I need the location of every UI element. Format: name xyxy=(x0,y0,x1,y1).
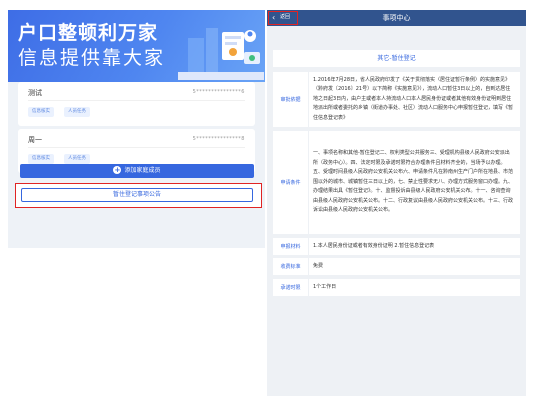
add-family-member-button[interactable]: + 添加家庭成员 xyxy=(20,164,254,178)
detail-value: 免费 xyxy=(313,262,324,269)
banner-line-2: 信息提供靠大家 xyxy=(18,47,166,69)
divider xyxy=(28,100,245,101)
detail-key: 承诺时限 xyxy=(273,279,309,296)
back-button[interactable]: ‹ 返回 xyxy=(268,11,298,25)
service-center-screen: 事项中心 ‹ 返回 其它-暂住登记 审批依据 1.2016年7月28日，省人民政… xyxy=(267,10,526,396)
detail-row-materials: 申报材料 1.本人居民身份证或者有效身份证明 2.暂住信息登记表 xyxy=(273,238,520,255)
plus-icon: + xyxy=(113,165,122,174)
member-id-number: 5***************8 xyxy=(192,136,245,142)
nav-title: 事项中心 xyxy=(382,14,411,22)
detail-value: 1.本人居民身份证或者有效身份证明 2.暂住信息登记表 xyxy=(313,242,435,249)
member-info-tag[interactable]: 信息核实 xyxy=(28,107,54,117)
member-name: 周一 xyxy=(28,136,42,144)
detail-value: 1.2016年7月28日，省人民政府印发了《关于贯彻落实〈居住证暂行条例〉的实施… xyxy=(313,76,514,121)
detail-key: 审批依据 xyxy=(273,72,309,127)
detail-key: 申报材料 xyxy=(273,238,309,255)
member-task-tag[interactable]: 人员任务 xyxy=(64,154,90,164)
chevron-left-icon: ‹ xyxy=(272,13,276,22)
member-info-tag[interactable]: 信息核实 xyxy=(28,154,54,164)
member-id-number: 5***************6 xyxy=(192,89,245,95)
member-task-tag[interactable]: 人员任务 xyxy=(64,107,90,117)
detail-row-conditions: 申请条件 一、事项名称和其他-暂住登记二、权利类型公共服务三、受理机构县级人民政… xyxy=(273,131,520,234)
back-label: 返回 xyxy=(280,14,291,20)
detail-row-fees: 收费标准 免费 xyxy=(273,258,520,275)
detail-row-basis: 审批依据 1.2016年7月28日，省人民政府印发了《关于贯彻落实〈居住证暂行条… xyxy=(273,72,520,127)
detail-key: 收费标准 xyxy=(273,258,309,275)
item-title: 其它-暂住登记 xyxy=(273,50,520,67)
slogan-banner: 户口整顿利万家 信息提供靠大家 xyxy=(8,10,265,82)
notice-button-highlight: 暂住登记事项公告 xyxy=(15,183,262,208)
residence-notice-button[interactable]: 暂住登记事项公告 xyxy=(21,188,253,202)
add-family-member-label: 添加家庭成员 xyxy=(124,167,161,174)
member-card[interactable]: 测试 5***************6 信息核实 人员任务 xyxy=(18,82,255,126)
detail-key: 申请条件 xyxy=(273,131,309,234)
detail-row-time-limit: 承诺时限 1个工作日 xyxy=(273,279,520,296)
member-name: 测试 xyxy=(28,89,42,97)
detail-value: 一、事项名称和其他-暂住登记二、权利类型公共服务三、受理机构县级人民政府公安派出… xyxy=(313,149,514,214)
divider xyxy=(28,147,245,148)
banner-illustration xyxy=(178,28,264,80)
detail-value: 1个工作日 xyxy=(313,283,337,290)
banner-line-1: 户口整顿利万家 xyxy=(18,22,159,44)
nav-bar: 事项中心 ‹ 返回 xyxy=(267,10,526,26)
family-member-screen: 户口整顿利万家 信息提供靠大家 测试 5***************6 信息核… xyxy=(8,10,265,248)
